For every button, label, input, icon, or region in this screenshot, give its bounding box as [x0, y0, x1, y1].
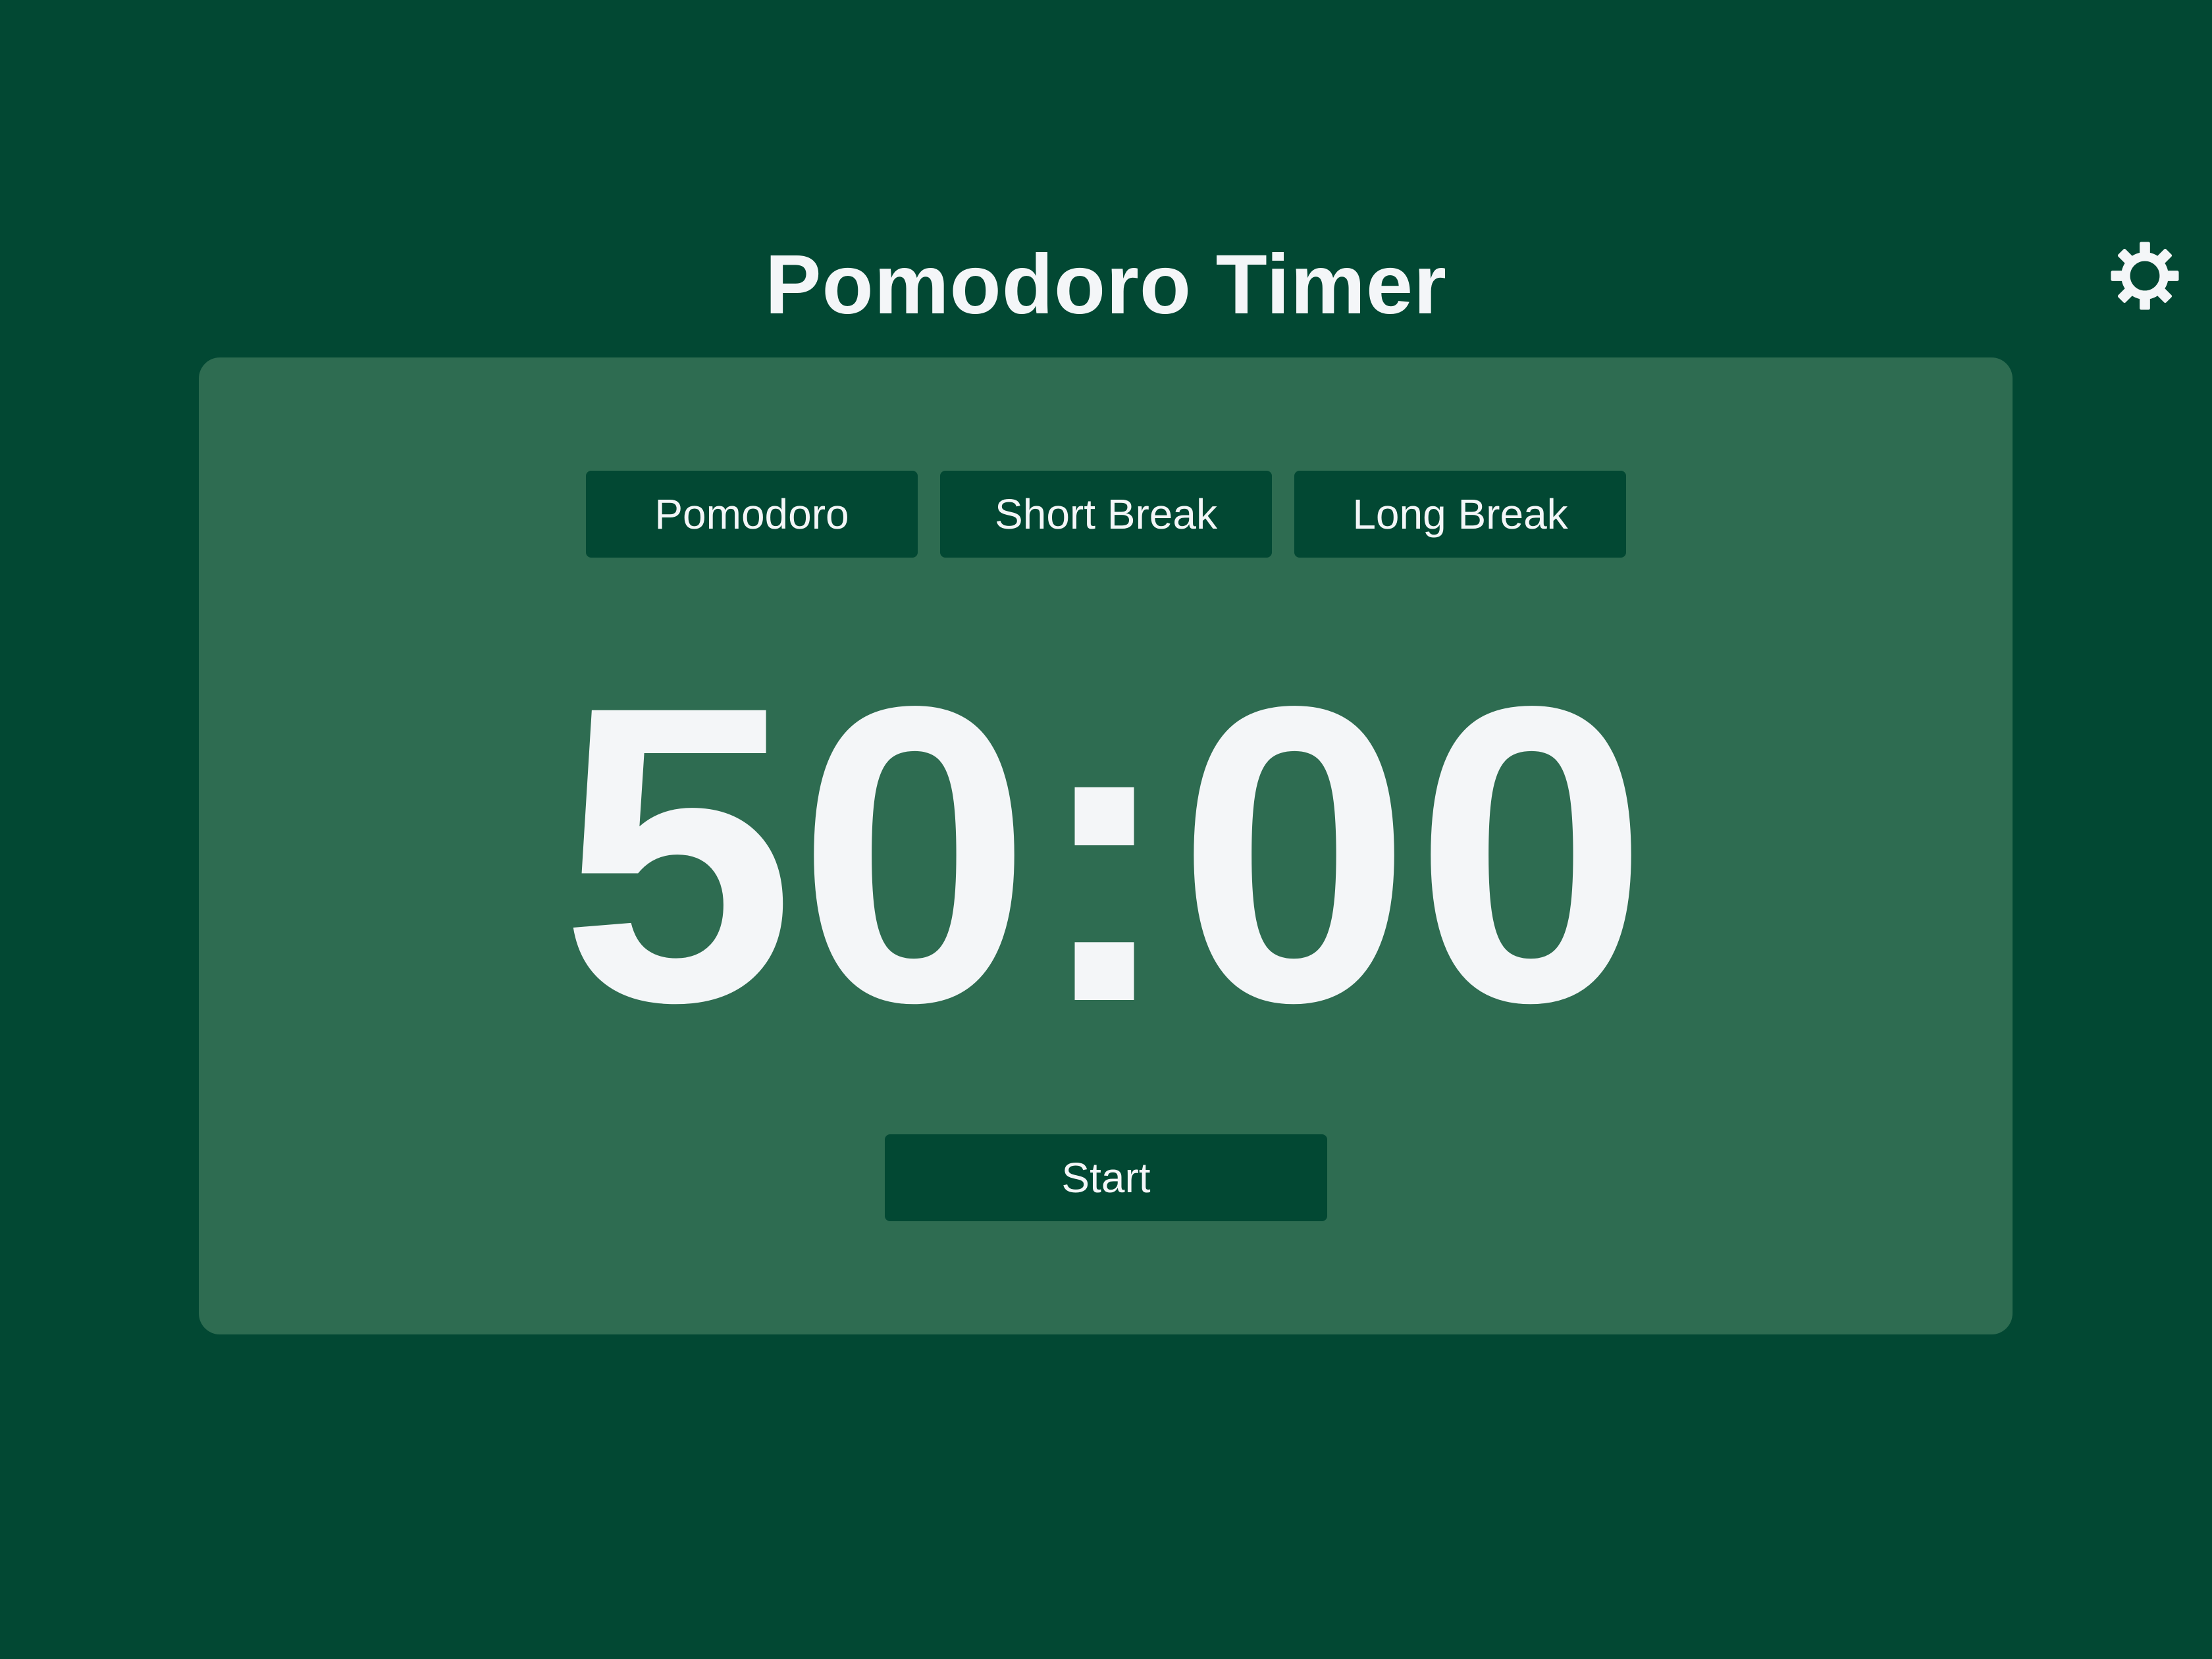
start-button[interactable]: Start	[885, 1134, 1327, 1221]
settings-button[interactable]	[2104, 235, 2186, 317]
page-title: Pomodoro Timer	[765, 238, 1447, 332]
mode-tabs: Pomodoro Short Break Long Break	[586, 471, 1626, 558]
tab-long-break[interactable]: Long Break	[1294, 471, 1626, 558]
tab-short-break[interactable]: Short Break	[940, 471, 1272, 558]
gear-icon	[2111, 242, 2179, 310]
timer-card: Pomodoro Short Break Long Break 50:00 St…	[199, 357, 2013, 1334]
timer-display: 50:00	[560, 619, 1651, 1090]
tab-pomodoro[interactable]: Pomodoro	[586, 471, 918, 558]
